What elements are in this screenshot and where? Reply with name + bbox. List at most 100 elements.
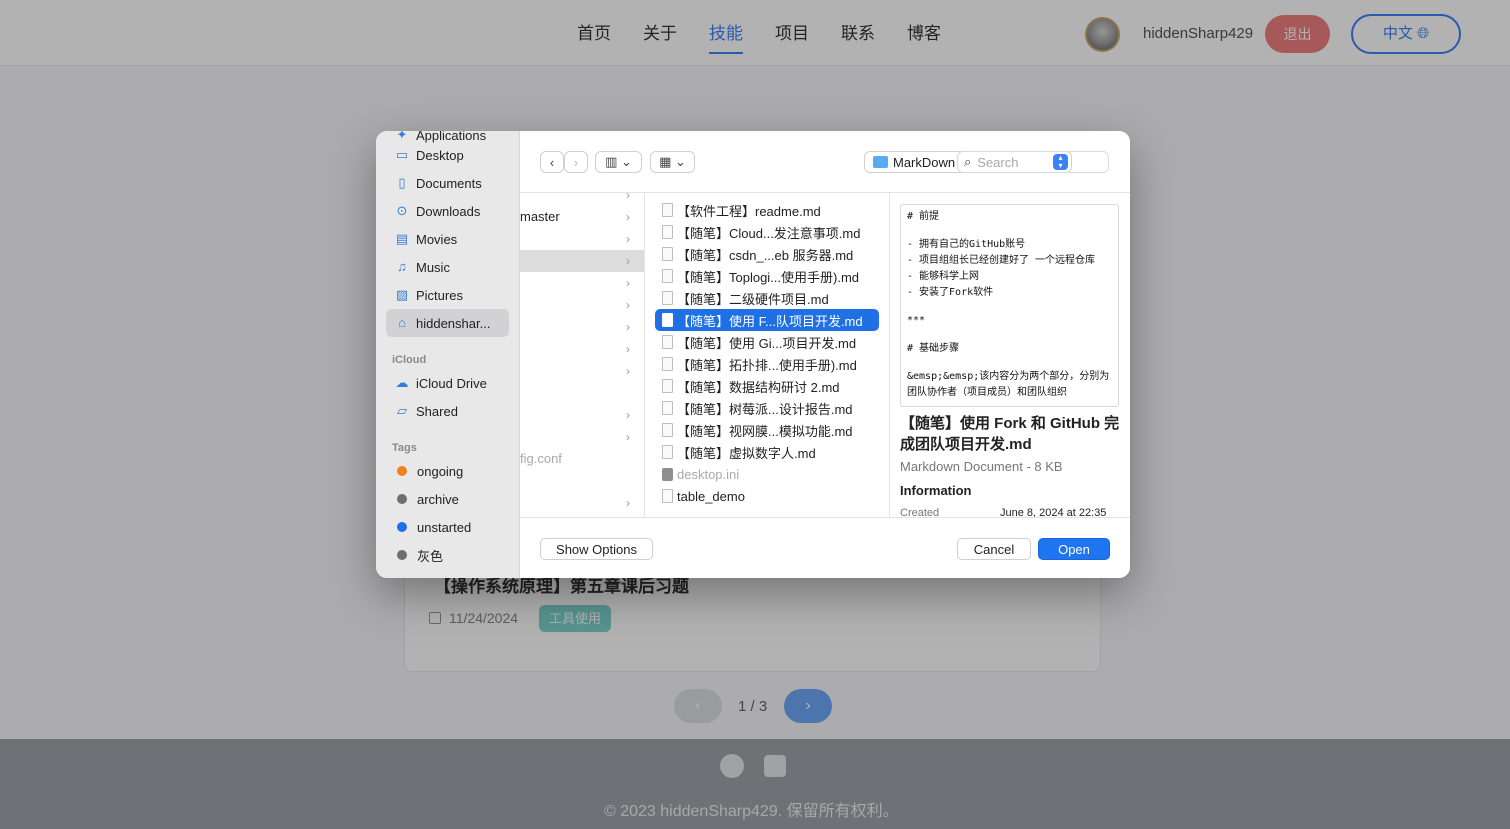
search-field[interactable]: ⌕ Search [957, 151, 1109, 173]
file-name: 【随笔】拓扑排...使用手册).md [677, 357, 857, 373]
file-row[interactable]: 【随笔】数据结构研讨 2.md [655, 375, 879, 397]
sidebar-item[interactable]: ▭ Desktop [386, 141, 509, 169]
tag-dot-icon [397, 522, 407, 532]
file-name: 【随笔】视网膜...模拟功能.md [677, 423, 853, 439]
document-icon [662, 313, 673, 327]
file-row[interactable]: 【随笔】树莓派...设计报告.md [655, 397, 879, 419]
tag-dot-icon [397, 494, 407, 504]
sidebar-tag[interactable]: archive [386, 485, 509, 513]
chevron-right-icon: › [626, 430, 630, 444]
document-icon [662, 291, 673, 305]
chevron-right-icon: › [626, 298, 630, 312]
sidebar-item-label: Movies [416, 231, 458, 247]
document-icon [662, 445, 673, 459]
preview-line: - 项目组组长已经创建好了 一个远程仓库 [907, 255, 1096, 266]
folder-row-label: master [520, 209, 560, 224]
download-icon: ⊙ [396, 203, 408, 218]
sidebar-item[interactable]: ⊙ Downloads [386, 197, 509, 225]
group-items-button[interactable]: ▦ ⌄ [650, 151, 695, 173]
sidebar-tag[interactable]: ongoing [386, 457, 509, 485]
sidebar-item[interactable]: ⌂ hiddenshar... [386, 309, 509, 337]
file-name: 【随笔】Cloud...发注意事项.md [677, 225, 861, 241]
file-row[interactable]: desktop.ini [655, 463, 879, 485]
file-row[interactable]: 【随笔】Toplogi...使用手册).md [655, 265, 879, 287]
columns-view-icon: ▥ ⌄ [605, 154, 632, 169]
file-row[interactable]: table_demo [655, 485, 879, 507]
preview-line [907, 301, 1112, 313]
show-options-button[interactable]: Show Options [540, 538, 653, 560]
file-row[interactable]: 【随笔】二级硬件项目.md [655, 287, 879, 309]
preview-line: - 拥有自己的GitHub账号 [907, 239, 1026, 250]
document-icon [662, 401, 673, 415]
file-row[interactable]: 【随笔】虚拟数字人.md [655, 441, 879, 463]
file-name: 【软件工程】readme.md [677, 203, 821, 219]
browser-column-files: 【软件工程】readme.md 【随笔】Cloud...发注意事项.md 【随笔】c… [646, 193, 890, 517]
folder-row[interactable] [520, 470, 644, 492]
file-name: desktop.ini [677, 466, 740, 482]
sidebar-item[interactable]: ▯ Documents [386, 169, 509, 197]
search-placeholder: Search [977, 154, 1019, 170]
file-open-dialog: ✦ Applications ▭ Desktop ▯ Documents ⊙ Download… [376, 131, 1130, 578]
folder-row[interactable]: master › [520, 206, 644, 228]
file-row[interactable]: 【随笔】csdn_...eb 服务器.md [655, 243, 879, 265]
sidebar-tag[interactable]: 灰色 [386, 541, 509, 569]
desktop-icon: ▭ [395, 147, 409, 162]
folder-row[interactable]: › [520, 404, 644, 426]
sidebar-item-label: Desktop [416, 147, 464, 163]
folder-row[interactable]: › [520, 426, 644, 448]
chevron-right-icon: › [626, 496, 630, 510]
settings-file-icon [662, 467, 673, 481]
sidebar-item-label: Shared [416, 403, 458, 419]
folder-row[interactable]: › [520, 492, 644, 514]
document-icon [662, 203, 673, 217]
sidebar-item-label: hiddenshar... [416, 315, 491, 331]
document-icon [662, 423, 673, 437]
folder-row[interactable]: › [520, 294, 644, 316]
folder-row[interactable]: › [520, 272, 644, 294]
open-button[interactable]: Open [1038, 538, 1110, 560]
document-icon: ▯ [398, 175, 406, 190]
folder-row[interactable]: › [520, 360, 644, 382]
chevron-right-icon: › [626, 408, 630, 422]
file-row[interactable]: 【随笔】视网膜...模拟功能.md [655, 419, 879, 441]
forward-button[interactable]: › [564, 151, 588, 173]
sidebar-item[interactable]: ♫ Music [386, 253, 509, 281]
back-button[interactable]: ‹ [540, 151, 564, 173]
sidebar-tag[interactable]: unstarted [386, 513, 509, 541]
file-row[interactable]: 【软件工程】readme.md [655, 199, 879, 221]
folder-row-label: fig.conf [520, 451, 562, 466]
preview-line: &emsp;&emsp;该内容分为两个部分，分别为团队协作者（项目成员）和团队组… [907, 371, 1110, 398]
sidebar-item[interactable]: ▱ Shared [386, 397, 509, 425]
home-icon: ⌂ [398, 315, 406, 330]
file-name: 【随笔】数据结构研讨 2.md [677, 379, 840, 395]
file-row[interactable]: 【随笔】拓扑排...使用手册).md [655, 353, 879, 375]
folder-row[interactable]: › [520, 338, 644, 360]
chevron-right-icon: › [626, 254, 630, 268]
folder-row[interactable]: › [520, 250, 644, 272]
sidebar-item[interactable]: ☁ iCloud Drive [386, 369, 509, 397]
cancel-button[interactable]: Cancel [957, 538, 1031, 560]
sidebar-item[interactable]: ▤ Movies [386, 225, 509, 253]
sidebar-heading-icloud: iCloud [392, 354, 427, 366]
chevron-right-icon: › [573, 154, 579, 170]
preview-line: - 能够科学上网 [907, 271, 980, 282]
view-columns-button[interactable]: ▥ ⌄ [595, 151, 642, 173]
file-row[interactable]: 【随笔】使用 F...队项目开发.md [655, 309, 879, 331]
folder-row[interactable]: › [520, 228, 644, 250]
pictures-icon: ▨ [395, 287, 409, 302]
music-icon: ♫ [397, 259, 407, 274]
file-row[interactable]: 【随笔】Cloud...发注意事项.md [655, 221, 879, 243]
sidebar-item[interactable]: ▨ Pictures [386, 281, 509, 309]
folder-row[interactable] [520, 382, 644, 404]
sidebar-item-label: iCloud Drive [416, 375, 487, 391]
folder-row[interactable]: fig.conf [520, 448, 644, 470]
shared-folder-icon: ▱ [397, 403, 407, 418]
file-name: 【随笔】使用 Gi...项目开发.md [677, 335, 857, 351]
folder-row[interactable]: › [520, 316, 644, 338]
modal-overlay-footer [0, 739, 1510, 829]
folder-row[interactable]: › [520, 193, 644, 206]
browser-column-parent: ›master››››››››››fig.conf›› [520, 193, 645, 517]
file-row[interactable]: 【随笔】使用 Gi...项目开发.md [655, 331, 879, 353]
document-icon [662, 335, 673, 349]
sidebar-item-label: Documents [416, 175, 482, 191]
